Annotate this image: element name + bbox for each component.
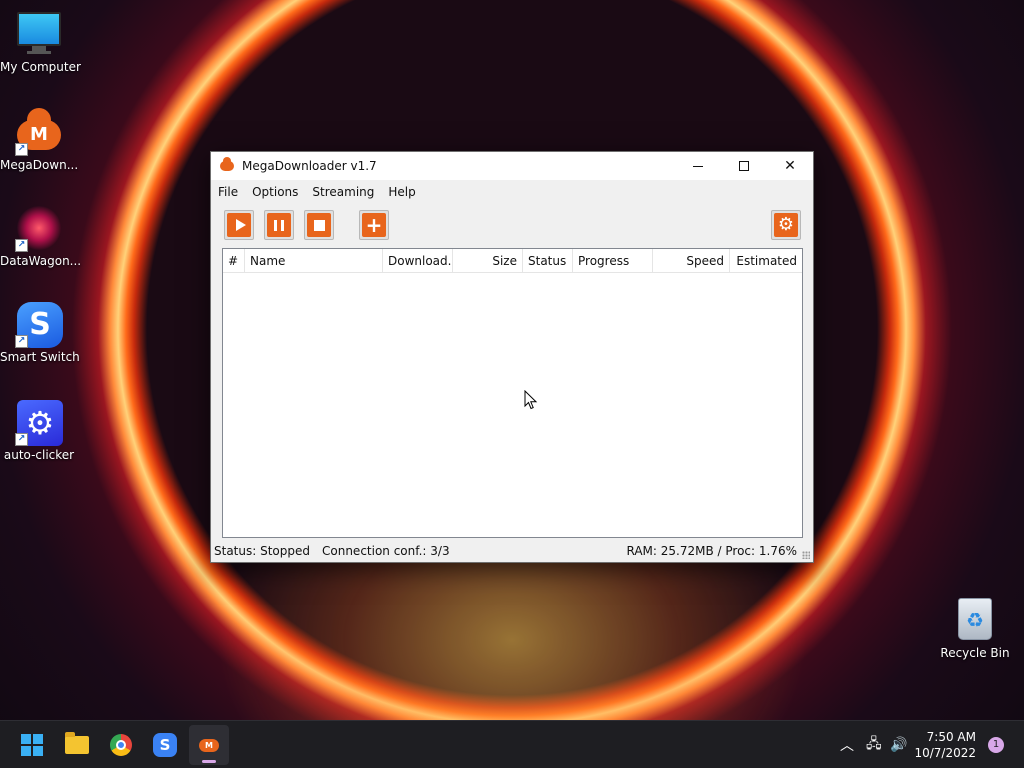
maximize-button[interactable]: [721, 152, 767, 180]
network-button[interactable]: 🖧: [866, 721, 882, 768]
desktop-icon-label: DataWagon...: [0, 254, 82, 268]
column-size[interactable]: Size: [453, 249, 523, 272]
tray-overflow-button[interactable]: ︿: [840, 721, 854, 768]
desktop-icon-my-computer[interactable]: My Computer: [0, 10, 81, 74]
chevron-up-icon: ︿: [840, 738, 854, 754]
column-speed[interactable]: Speed: [653, 249, 730, 272]
resize-grip[interactable]: [802, 551, 810, 559]
status-text: Status: Stopped: [214, 544, 310, 558]
mega-cloud-icon: M ↗: [15, 108, 61, 156]
volume-button[interactable]: 🔊: [890, 721, 907, 768]
pause-icon: [274, 219, 284, 231]
active-app-indicator: [202, 760, 216, 763]
connection-status: Connection conf.: 3/3: [322, 544, 450, 558]
megadownloader-window[interactable]: MegaDownloader v1.7 ✕ File Options Strea…: [210, 151, 814, 563]
desktop-icon-label: auto-clicker: [3, 448, 75, 462]
chrome-icon: [110, 734, 132, 756]
megadownloader-icon: M: [199, 738, 219, 752]
minimize-icon: [693, 165, 703, 167]
taskbar-megadownloader[interactable]: M: [189, 725, 229, 765]
maximize-icon: [739, 161, 749, 171]
column-status[interactable]: Status: [523, 249, 573, 272]
network-icon: 🖧: [866, 736, 882, 752]
toolbar: + ⚙: [211, 204, 813, 244]
close-icon: ✕: [784, 158, 796, 174]
menu-streaming[interactable]: Streaming: [305, 185, 381, 199]
taskbar-chrome[interactable]: [101, 725, 141, 765]
taskbar-file-explorer[interactable]: [57, 725, 97, 765]
desktop-icon-label: MegaDown...: [0, 158, 79, 172]
desktop-icon-smart-switch[interactable]: S ↗ Smart Switch: [0, 302, 80, 364]
gear-icon: ⚙ ↗: [15, 400, 63, 446]
start-button[interactable]: [224, 210, 254, 240]
column-progress[interactable]: Progress: [573, 249, 653, 272]
play-icon: [235, 219, 246, 231]
smart-switch-icon: S: [153, 733, 177, 757]
menu-help[interactable]: Help: [381, 185, 422, 199]
plus-icon: +: [365, 213, 383, 237]
pause-button[interactable]: [264, 210, 294, 240]
desktop-icon-datawagon[interactable]: ↗ DataWagon...: [0, 206, 82, 268]
shortcut-arrow-icon: ↗: [15, 335, 28, 348]
desktop-icon-label: Recycle Bin: [940, 646, 1010, 660]
add-link-button[interactable]: +: [359, 210, 389, 240]
desktop-icon-megadownloader[interactable]: M ↗ MegaDown...: [0, 108, 79, 172]
datawagon-icon: ↗: [15, 206, 61, 252]
clock[interactable]: 7:50 AM 10/7/2022: [914, 729, 976, 761]
start-icon: [21, 734, 43, 756]
smart-switch-icon: S ↗: [15, 302, 63, 348]
settings-button[interactable]: ⚙: [771, 210, 801, 240]
desktop-icon-recycle-bin[interactable]: ♻ Recycle Bin: [936, 598, 1014, 660]
title-bar[interactable]: MegaDownloader v1.7 ✕: [211, 152, 813, 180]
menu-file[interactable]: File: [211, 185, 245, 199]
download-list[interactable]: # Name Download... Size Status Progress …: [222, 248, 803, 538]
desktop-icon-label: My Computer: [0, 60, 81, 74]
stop-icon: [313, 219, 325, 231]
taskbar: S M ︿ 🖧 🔊 7:50 AM 10/7/2022 1: [0, 720, 1024, 768]
status-bar: Status: Stopped Connection conf.: 3/3 RA…: [211, 540, 813, 562]
shortcut-arrow-icon: ↗: [15, 239, 28, 252]
stop-button[interactable]: [304, 210, 334, 240]
file-explorer-icon: [65, 732, 89, 754]
volume-icon: 🔊: [890, 737, 908, 753]
window-title: MegaDownloader v1.7: [242, 159, 377, 173]
desktop-icon-label: Smart Switch: [0, 350, 80, 364]
column-number[interactable]: #: [223, 249, 245, 272]
column-download[interactable]: Download...: [383, 249, 453, 272]
menu-bar: File Options Streaming Help: [211, 180, 813, 204]
close-button[interactable]: ✕: [767, 152, 813, 180]
app-icon: [220, 157, 234, 171]
minimize-button[interactable]: [675, 152, 721, 180]
clock-time: 7:50 AM: [926, 730, 976, 744]
shortcut-arrow-icon: ↗: [15, 433, 28, 446]
menu-options[interactable]: Options: [245, 185, 305, 199]
computer-icon: [17, 12, 61, 56]
clock-date: 10/7/2022: [914, 746, 976, 760]
column-name[interactable]: Name: [245, 249, 383, 272]
desktop-icon-auto-clicker[interactable]: ⚙ ↗ auto-clicker: [0, 400, 78, 462]
recycle-bin-icon: ♻: [953, 598, 997, 642]
column-estimated[interactable]: Estimated: [730, 249, 802, 272]
taskbar-smart-switch[interactable]: S: [145, 725, 185, 765]
resource-usage: RAM: 25.72MB / Proc: 1.76%: [626, 544, 798, 558]
gear-icon: ⚙: [777, 214, 795, 235]
start-button[interactable]: [12, 725, 52, 765]
notification-badge[interactable]: 1: [988, 737, 1004, 753]
list-header: # Name Download... Size Status Progress …: [223, 249, 802, 273]
